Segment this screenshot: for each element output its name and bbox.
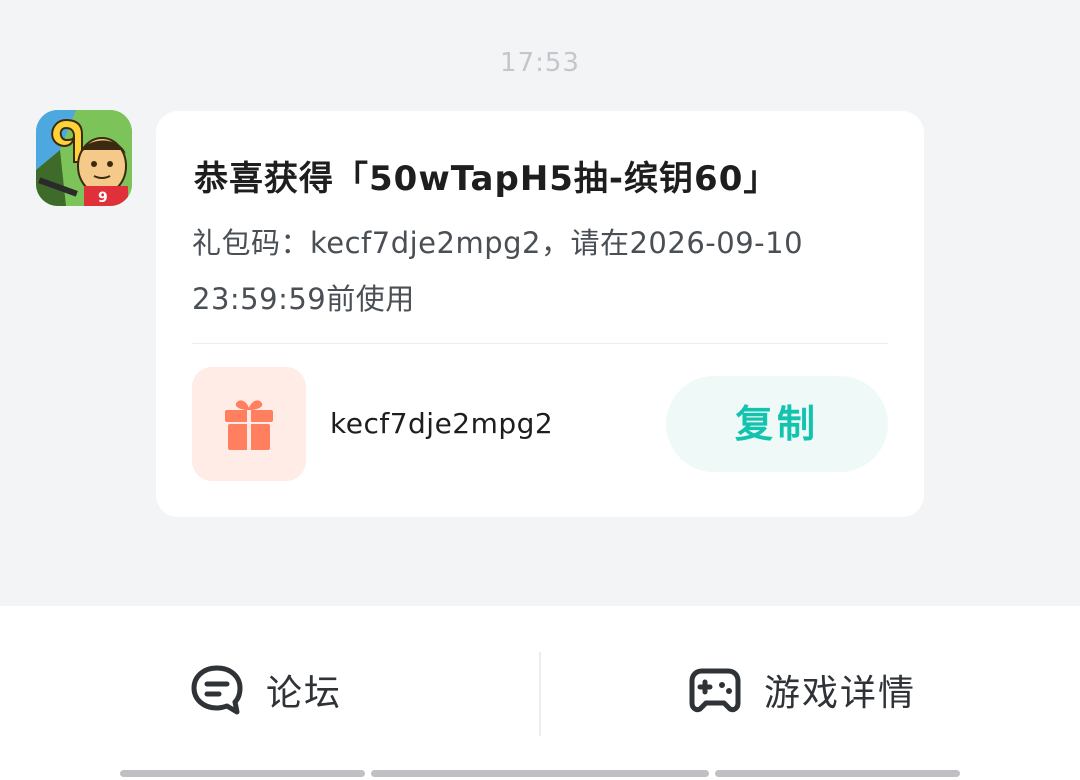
- gamepad-icon: [688, 663, 742, 717]
- forum-label: 论坛: [266, 673, 343, 714]
- game-details-button[interactable]: 游戏详情: [688, 662, 916, 718]
- card-description: 礼包码：kecf7dje2mpg2，请在2026-09-10 23:59:59前…: [192, 226, 804, 316]
- gift-icon: [225, 400, 273, 450]
- svg-text:9: 9: [98, 190, 108, 206]
- card-title: 恭喜获得「50wTapH5抽-缤钥60」: [194, 159, 779, 199]
- forum-button[interactable]: 论坛: [190, 662, 342, 718]
- game-app-icon[interactable]: 9: [36, 110, 132, 206]
- chat-bubble-icon: [190, 663, 244, 717]
- gift-icon-box: [192, 367, 306, 481]
- copy-button[interactable]: 复制: [666, 376, 888, 472]
- bottom-bar-divider: [539, 652, 541, 736]
- message-timestamp: 17:53: [500, 48, 580, 78]
- card-divider: [192, 343, 888, 344]
- gift-code-text: kecf7dje2mpg2: [330, 407, 554, 440]
- gift-message-card: 恭喜获得「50wTapH5抽-缤钥60」 礼包码：kecf7dje2mpg2，请…: [156, 111, 924, 517]
- gesture-bar-right: [715, 770, 960, 777]
- bottom-action-bar: 论坛 游戏详情: [0, 606, 1080, 780]
- game-app-icon-art: 9: [36, 110, 132, 206]
- gesture-bar-left: [120, 770, 365, 777]
- gesture-bar-middle: [371, 770, 709, 777]
- game-details-label: 游戏详情: [764, 673, 917, 714]
